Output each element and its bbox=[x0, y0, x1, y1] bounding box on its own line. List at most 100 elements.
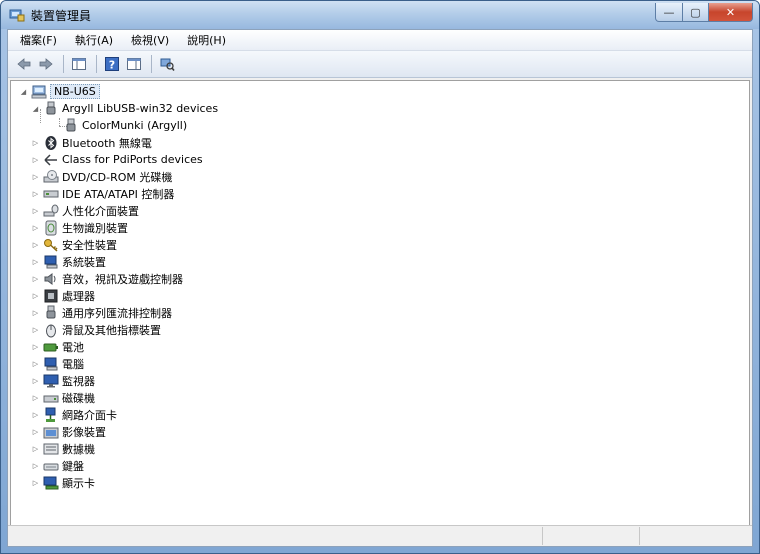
tree-child-colormunki[interactable]: ColorMunki (Argyll) bbox=[63, 117, 187, 134]
tree-item-ide[interactable]: ▷ IDE ATA/ATAPI 控制器 bbox=[31, 185, 175, 202]
tree-item-argyll[interactable]: ◢ Argyll LibUSB-win32 devices bbox=[31, 100, 218, 117]
status-bar bbox=[8, 525, 752, 546]
tree-item-monitor[interactable]: ▷ 監視器 bbox=[31, 372, 95, 389]
maximize-button[interactable]: ▢ bbox=[683, 3, 709, 22]
help-icon: ? bbox=[105, 57, 119, 72]
back-button[interactable] bbox=[14, 54, 34, 74]
minimize-button[interactable]: — bbox=[655, 3, 683, 22]
forward-button[interactable] bbox=[36, 54, 56, 74]
expand-arrow-icon[interactable]: ▷ bbox=[31, 274, 40, 283]
expand-arrow-icon[interactable]: ▷ bbox=[31, 172, 40, 181]
tree-item-display[interactable]: ▷ 顯示卡 bbox=[31, 474, 95, 491]
scan-hardware-icon bbox=[160, 58, 175, 71]
tree-item-label: DVD/CD-ROM 光碟機 bbox=[62, 170, 173, 184]
tree-item-disk-drives[interactable]: ▷ 磁碟機 bbox=[31, 389, 95, 406]
menu-help[interactable]: 說明(H) bbox=[179, 30, 234, 50]
properties-icon bbox=[127, 58, 141, 70]
expand-arrow-icon[interactable]: ▷ bbox=[31, 155, 40, 164]
tree-item-label: 監視器 bbox=[62, 374, 95, 388]
tree-item-system[interactable]: ▷ 系統裝置 bbox=[31, 253, 106, 270]
tree-item-label: 通用序列匯流排控制器 bbox=[62, 306, 172, 320]
menu-bar: 檔案(F) 執行(A) 檢視(V) 說明(H) bbox=[8, 30, 752, 51]
tree-item-sound[interactable]: ▷ 音效，視訊及遊戲控制器 bbox=[31, 270, 183, 287]
tree-item-processor[interactable]: ▷ 處理器 bbox=[31, 287, 95, 304]
expand-arrow-icon[interactable]: ▷ bbox=[31, 257, 40, 266]
menu-file[interactable]: 檔案(F) bbox=[12, 30, 65, 50]
tree-item-label: 數據機 bbox=[62, 442, 95, 456]
usb-plug-icon bbox=[66, 118, 76, 131]
scan-hardware-button[interactable] bbox=[157, 54, 177, 74]
properties-button[interactable] bbox=[124, 54, 144, 74]
expand-arrow-icon[interactable]: ▷ bbox=[31, 376, 40, 385]
tree-item-label: 安全性裝置 bbox=[62, 238, 117, 252]
client-area: 檔案(F) 執行(A) 檢視(V) 說明(H) ? ◢ NB-U6S ◢ Arg… bbox=[7, 29, 753, 547]
tree-root-item[interactable]: ◢ NB-U6S bbox=[19, 83, 100, 100]
expand-arrow-icon[interactable]: ▷ bbox=[31, 393, 40, 402]
tree-item-pdiports[interactable]: ▷ Class for PdiPorts devices bbox=[31, 151, 203, 168]
expand-arrow-icon[interactable]: ▷ bbox=[31, 189, 40, 198]
expand-arrow-icon[interactable]: ▷ bbox=[31, 427, 40, 436]
device-manager-app-icon bbox=[9, 9, 25, 22]
expand-arrow-icon[interactable]: ▷ bbox=[31, 308, 40, 317]
expand-arrow-icon[interactable]: ▷ bbox=[31, 342, 40, 351]
show-hide-console-tree-button[interactable] bbox=[69, 54, 89, 74]
usb-plug-icon bbox=[46, 305, 56, 318]
monitor-icon bbox=[43, 374, 59, 387]
expand-arrow-icon[interactable]: ▷ bbox=[31, 410, 40, 419]
menu-action[interactable]: 執行(A) bbox=[67, 30, 121, 50]
expand-arrow-icon[interactable]: ▷ bbox=[31, 206, 40, 215]
computer-icon bbox=[44, 357, 58, 370]
help-button[interactable]: ? bbox=[102, 54, 122, 74]
menu-view[interactable]: 檢視(V) bbox=[123, 30, 177, 50]
modem-icon bbox=[43, 443, 59, 454]
tree-item-label: 電池 bbox=[62, 340, 84, 354]
expand-arrow-icon[interactable]: ▷ bbox=[31, 478, 40, 487]
tree-item-label: 網路介面卡 bbox=[62, 408, 117, 422]
tree-item-label: 系統裝置 bbox=[62, 255, 106, 269]
expand-arrow-icon[interactable]: ▷ bbox=[31, 291, 40, 300]
status-pane bbox=[543, 527, 640, 545]
tree-item-label: ColorMunki (Argyll) bbox=[82, 119, 188, 132]
system-device-icon bbox=[44, 255, 58, 268]
expand-arrow-icon[interactable]: ▷ bbox=[31, 325, 40, 334]
tree-item-battery[interactable]: ▷ 電池 bbox=[31, 338, 84, 355]
expand-arrow-icon[interactable]: ▷ bbox=[31, 138, 40, 147]
expand-arrow-icon[interactable]: ▷ bbox=[31, 461, 40, 470]
expand-arrow-icon[interactable]: ▷ bbox=[31, 444, 40, 453]
tree-item-label: Class for PdiPorts devices bbox=[62, 153, 203, 166]
expand-arrow-icon[interactable]: ▷ bbox=[31, 240, 40, 249]
tree-item-mouse[interactable]: ▷ 滑鼠及其他指標裝置 bbox=[31, 321, 161, 338]
tree-item-network[interactable]: ▷ 網路介面卡 bbox=[31, 406, 117, 423]
device-tree[interactable]: ◢ NB-U6S ◢ Argyll LibUSB-win32 devices C… bbox=[10, 80, 750, 526]
tree-item-keyboard[interactable]: ▷ 鍵盤 bbox=[31, 457, 84, 474]
device-manager-window: 裝置管理員 — ▢ ✕ 檔案(F) 執行(A) 檢視(V) 說明(H) ? ◢ … bbox=[0, 0, 760, 554]
dvd-drive-icon bbox=[43, 169, 59, 182]
toolbar: ? bbox=[8, 51, 752, 78]
tree-item-modem[interactable]: ▷ 數據機 bbox=[31, 440, 95, 457]
tree-item-dvd[interactable]: ▷ DVD/CD-ROM 光碟機 bbox=[31, 168, 172, 185]
window-controls: — ▢ ✕ bbox=[655, 3, 753, 22]
usb-plug-icon bbox=[46, 101, 56, 114]
title-bar[interactable]: 裝置管理員 — ▢ ✕ bbox=[1, 1, 759, 29]
collapse-arrow-icon[interactable]: ◢ bbox=[31, 104, 40, 113]
security-key-icon bbox=[44, 238, 58, 252]
status-pane bbox=[640, 527, 750, 545]
sound-icon bbox=[44, 272, 56, 285]
bluetooth-icon bbox=[45, 135, 57, 150]
tree-item-hid[interactable]: ▷ 人性化介面裝置 bbox=[31, 202, 139, 219]
tree-item-security[interactable]: ▷ 安全性裝置 bbox=[31, 236, 117, 253]
disk-drive-icon bbox=[43, 395, 59, 402]
expand-arrow-icon[interactable]: ▷ bbox=[31, 223, 40, 232]
battery-icon bbox=[43, 343, 58, 351]
tree-item-bluetooth[interactable]: ▷ Bluetooth 無線電 bbox=[31, 134, 152, 151]
tree-item-imaging[interactable]: ▷ 影像裝置 bbox=[31, 423, 106, 440]
tree-item-computer[interactable]: ▷ 電腦 bbox=[31, 355, 84, 372]
tree-item-biometric[interactable]: ▷ 生物識別裝置 bbox=[31, 219, 128, 236]
biometric-icon bbox=[45, 220, 57, 235]
tree-item-label: 滑鼠及其他指標裝置 bbox=[62, 323, 161, 337]
processor-icon bbox=[44, 289, 58, 302]
collapse-arrow-icon[interactable]: ◢ bbox=[19, 87, 28, 96]
expand-arrow-icon[interactable]: ▷ bbox=[31, 359, 40, 368]
tree-item-usb-controllers[interactable]: ▷ 通用序列匯流排控制器 bbox=[31, 304, 172, 321]
close-button[interactable]: ✕ bbox=[709, 3, 753, 22]
